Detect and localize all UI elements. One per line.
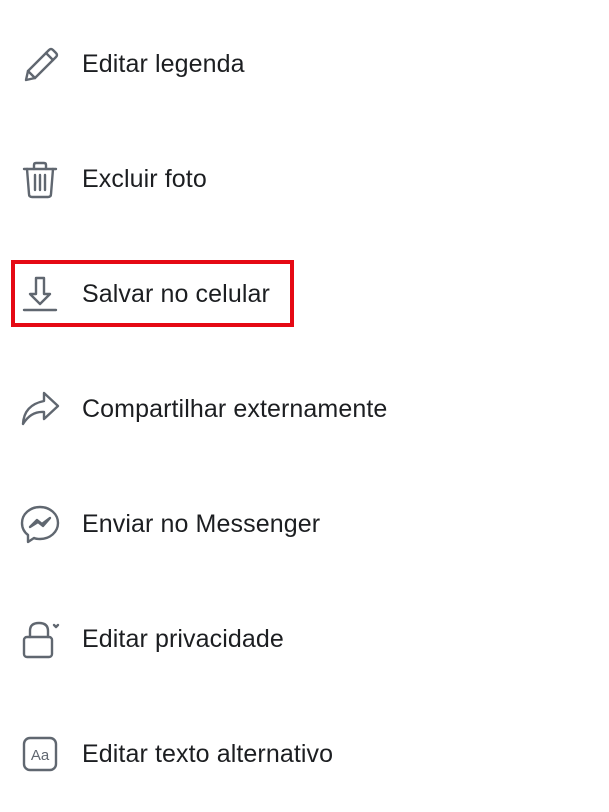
alt-text-icon: Aa [18, 732, 62, 776]
menu-item-label: Editar privacidade [82, 625, 284, 653]
pencil-icon [18, 42, 62, 86]
menu-item-label: Salvar no celular [82, 280, 270, 308]
menu-item-label: Editar texto alternativo [82, 740, 334, 768]
menu-item-edit-alt-text[interactable]: Aa Editar texto alternativo [0, 719, 609, 789]
messenger-icon [18, 502, 62, 546]
menu-item-share-externally[interactable]: Compartilhar externamente [0, 374, 609, 444]
share-arrow-icon [18, 387, 62, 431]
menu-item-edit-privacy[interactable]: Editar privacidade [0, 604, 609, 674]
menu-item-save-to-phone[interactable]: Salvar no celular [0, 259, 609, 329]
lock-icon [18, 617, 62, 661]
svg-text:Aa: Aa [31, 747, 50, 764]
menu-item-delete-photo[interactable]: Excluir foto [0, 144, 609, 214]
menu-item-label: Excluir foto [82, 165, 207, 193]
trash-icon [18, 157, 62, 201]
menu-item-edit-caption[interactable]: Editar legenda [0, 29, 609, 99]
photo-options-menu: Editar legenda Excluir foto Salvar no ce… [0, 0, 609, 812]
download-icon [18, 272, 62, 316]
menu-item-send-messenger[interactable]: Enviar no Messenger [0, 489, 609, 559]
menu-item-label: Editar legenda [82, 50, 245, 78]
menu-item-label: Compartilhar externamente [82, 395, 388, 423]
menu-item-label: Enviar no Messenger [82, 510, 321, 538]
